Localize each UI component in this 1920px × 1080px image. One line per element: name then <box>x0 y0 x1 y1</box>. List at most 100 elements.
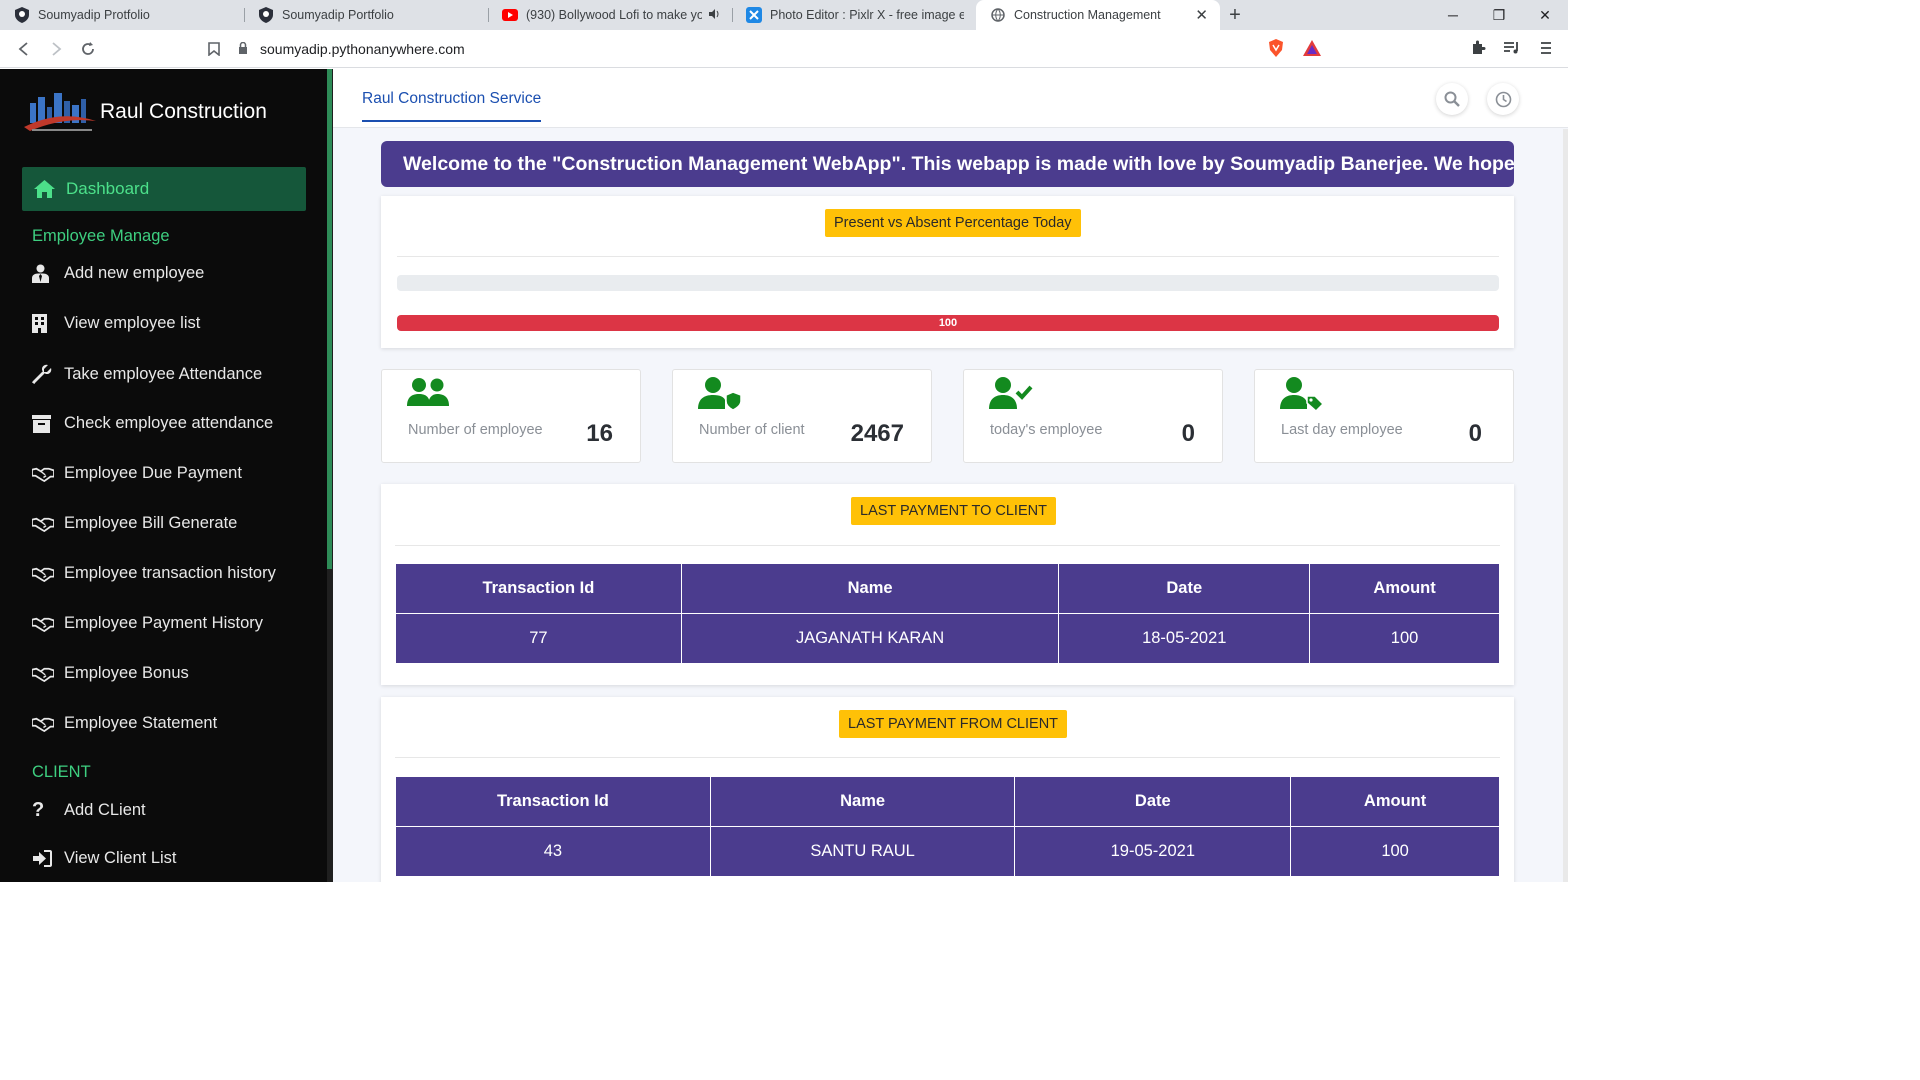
browser-tab[interactable]: (930) Bollywood Lofi to make your <box>488 0 732 30</box>
close-tab-icon[interactable]: ✕ <box>1195 6 1208 24</box>
sidebar-item-view-client-list[interactable]: View Client List <box>32 849 177 868</box>
payment-from-client-title: LAST PAYMENT FROM CLIENT <box>839 710 1068 738</box>
stat-value: 16 <box>586 420 613 447</box>
sidebar-item-label: Dashboard <box>66 179 150 198</box>
absent-progress-label: 100 <box>938 317 958 329</box>
sidebar-item-payment-history[interactable]: Employee Payment History <box>32 614 263 633</box>
user-check-icon <box>989 376 1033 415</box>
stat-label: today's employee <box>990 422 1103 438</box>
sidebar-item-add-client[interactable]: ? Add CLient <box>32 799 146 822</box>
sidebar-item-label: Employee Statement <box>64 714 218 732</box>
column-header: Transaction Id <box>395 776 711 827</box>
stat-card-todays-employee: today's employee 0 <box>963 369 1223 463</box>
stat-label: Last day employee <box>1281 422 1403 438</box>
tab-title: Soumyadip Protfolio <box>38 8 150 22</box>
table-cell: 100 <box>1309 613 1500 664</box>
divider <box>395 545 1500 546</box>
tab-title: Construction Management <box>1014 8 1161 22</box>
sidebar-item-label: View employee list <box>64 314 201 332</box>
welcome-text: Welcome to the "Construction Management … <box>403 152 1514 175</box>
search-icon[interactable] <box>1436 83 1468 115</box>
extensions-icon[interactable] <box>1464 34 1492 62</box>
payment-from-client-table: Transaction Id Name Date Amount 43 SANTU… <box>395 776 1500 877</box>
page-scrollbar[interactable] <box>1563 129 1568 882</box>
brand-name: Raul Construction <box>100 100 267 123</box>
top-nav: Raul Construction Service <box>333 69 1568 128</box>
stat-value: 0 <box>1468 420 1482 447</box>
restore-icon[interactable]: ❐ <box>1476 0 1522 30</box>
sidebar-item-take-attendance[interactable]: Take employee Attendance <box>32 364 262 384</box>
sidebar-item-check-attendance[interactable]: Check employee attendance <box>32 414 273 433</box>
column-header: Name <box>709 776 1016 827</box>
stat-card-last-day-employee: Last day employee 0 <box>1254 369 1514 463</box>
wrench-icon <box>32 364 54 384</box>
reload-icon[interactable] <box>72 33 104 65</box>
welcome-marquee: Welcome to the "Construction Management … <box>381 141 1514 187</box>
building-icon <box>32 314 54 333</box>
sidebar-item-label: Employee transaction history <box>64 564 276 582</box>
table-cell: 19-05-2021 <box>1014 826 1292 877</box>
sidebar-item-dashboard[interactable]: Dashboard <box>22 167 306 211</box>
sidebar-item-label: Employee Bonus <box>64 664 189 682</box>
brand[interactable]: Raul Construction <box>22 89 267 135</box>
media-control-icon[interactable] <box>1498 34 1526 62</box>
attendance-title-badge: Present vs Absent Percentage Today <box>825 209 1081 237</box>
column-header: Date <box>1014 776 1292 827</box>
clock-icon[interactable] <box>1487 83 1519 115</box>
browser-tab[interactable]: Soumyadip Protfolio <box>0 0 244 30</box>
back-icon[interactable] <box>8 33 40 65</box>
logo-icon <box>24 93 96 131</box>
shield-favicon-icon <box>258 7 274 23</box>
table-header-row: Transaction Id Name Date Amount <box>395 563 1500 614</box>
lock-icon <box>238 41 248 57</box>
payment-to-client-title: LAST PAYMENT TO CLIENT <box>851 497 1056 525</box>
pixlr-favicon-icon <box>746 7 762 23</box>
users-icon <box>407 376 449 413</box>
attendance-card: Present vs Absent Percentage Today 100 <box>381 196 1514 348</box>
sidebar: Raul Construction Dashboard Employee Man… <box>0 69 327 882</box>
browser-menu-icon[interactable] <box>1532 34 1560 62</box>
url-text: soumyadip.pythonanywhere.com <box>260 41 465 57</box>
sidebar-item-due-payment[interactable]: Employee Due Payment <box>32 464 242 483</box>
column-header: Transaction Id <box>395 563 682 614</box>
sidebar-item-label: Add CLient <box>64 801 146 819</box>
user-tie-icon <box>32 264 54 283</box>
sidebar-item-transaction-history[interactable]: Employee transaction history <box>32 564 276 583</box>
stat-value: 0 <box>1181 420 1195 447</box>
sidebar-item-employee-statement[interactable]: Employee Statement <box>32 714 217 733</box>
table-cell: JAGANATH KARAN <box>680 613 1060 664</box>
divider <box>397 256 1499 257</box>
bookmark-icon[interactable] <box>198 33 230 65</box>
speaker-icon[interactable] <box>708 8 720 23</box>
tab-title: (930) Bollywood Lofi to make your <box>526 8 702 22</box>
address-bar[interactable]: soumyadip.pythonanywhere.com <box>238 35 1258 63</box>
sidebar-item-label: Employee Bill Generate <box>64 514 238 532</box>
browser-tab-active[interactable]: Construction Management ✕ <box>976 0 1220 30</box>
brave-shield-icon[interactable] <box>1262 34 1290 62</box>
home-icon <box>34 180 56 198</box>
browser-tab[interactable]: Photo Editor : Pixlr X - free image edit… <box>732 0 976 30</box>
forward-icon[interactable] <box>40 33 72 65</box>
sidebar-item-bill-generate[interactable]: Employee Bill Generate <box>32 514 237 533</box>
close-window-icon[interactable]: ✕ <box>1522 0 1568 30</box>
brave-rewards-icon[interactable] <box>1298 34 1326 62</box>
table-header-row: Transaction Id Name Date Amount <box>395 776 1500 827</box>
user-tag-icon <box>1280 376 1325 415</box>
browser-tab[interactable]: Soumyadip Portfolio <box>244 0 488 30</box>
window-controls: ─ ❐ ✕ <box>1430 0 1568 30</box>
sidebar-item-view-employee-list[interactable]: View employee list <box>32 314 200 333</box>
tab-raul-construction-service[interactable]: Raul Construction Service <box>362 90 542 122</box>
sidebar-item-label: Check employee attendance <box>64 414 274 432</box>
column-header: Amount <box>1309 563 1500 614</box>
new-tab-button[interactable]: + <box>1220 0 1250 30</box>
payment-to-client-card: LAST PAYMENT TO CLIENT Transaction Id Na… <box>381 484 1514 685</box>
sidebar-item-label: Employee Due Payment <box>64 464 242 482</box>
stat-card-clients: Number of client 2467 <box>672 369 932 463</box>
section-title-employee: Employee Manage <box>32 227 170 245</box>
sign-in-icon <box>32 850 54 867</box>
globe-favicon-icon <box>990 7 1006 23</box>
sidebar-item-add-employee[interactable]: Add new employee <box>32 264 204 283</box>
sidebar-item-label: View Client List <box>64 849 177 867</box>
minimize-icon[interactable]: ─ <box>1430 0 1476 30</box>
sidebar-item-employee-bonus[interactable]: Employee Bonus <box>32 664 189 683</box>
